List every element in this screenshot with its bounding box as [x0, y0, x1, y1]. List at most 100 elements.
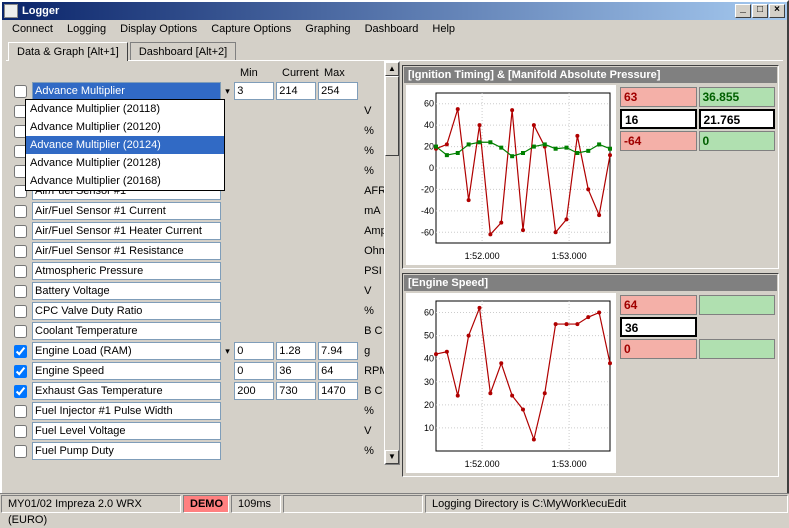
param-scrollbar[interactable]: ▲ ▼ [384, 61, 400, 465]
menu-dashboard[interactable]: Dashboard [359, 22, 425, 36]
dropdown-option[interactable]: Advance Multiplier (20118) [26, 100, 224, 118]
param-min-value [234, 102, 274, 120]
param-name-field[interactable]: Fuel Injector #1 Pulse Width [32, 402, 221, 420]
dropdown-option[interactable]: Advance Multiplier (20120) [26, 118, 224, 136]
param-max-value [318, 422, 358, 440]
param-name-field[interactable]: Fuel Pump Duty [32, 442, 221, 460]
scroll-thumb[interactable] [385, 76, 399, 156]
param-cur-value [276, 202, 316, 220]
param-name-field[interactable]: Air/Fuel Sensor #1 Heater Current [32, 222, 221, 240]
param-checkbox[interactable] [14, 225, 27, 238]
param-name-field[interactable]: Advance Multiplier [32, 82, 221, 100]
param-max-value [318, 442, 358, 460]
param-checkbox[interactable] [14, 325, 27, 338]
param-checkbox[interactable] [14, 245, 27, 258]
param-min-value [234, 442, 274, 460]
param-cur-value [276, 422, 316, 440]
param-name-field[interactable]: Engine Load (RAM) [32, 342, 221, 360]
menu-capture-options[interactable]: Capture Options [205, 22, 297, 36]
col-min: Min [240, 67, 282, 81]
svg-text:60: 60 [424, 99, 434, 109]
param-cur-value [276, 122, 316, 140]
chart-panel-2: [Engine Speed] 1020304050601:52.0001:53.… [402, 273, 779, 477]
param-cur-value [276, 142, 316, 160]
menu-logging[interactable]: Logging [61, 22, 112, 36]
svg-text:30: 30 [424, 377, 434, 387]
param-cur-value [276, 442, 316, 460]
close-button[interactable]: × [769, 4, 785, 18]
param-row: Battery VoltageV [10, 281, 398, 301]
param-min-value [234, 182, 274, 200]
tab-dashboard[interactable]: Dashboard [Alt+2] [130, 42, 236, 61]
advance-multiplier-dropdown-list[interactable]: Advance Multiplier (20118)Advance Multip… [25, 99, 225, 191]
scroll-up-button[interactable]: ▲ [385, 62, 399, 76]
param-min-value [234, 282, 274, 300]
param-row: CPC Valve Duty Ratio% [10, 301, 398, 321]
param-cur-value [276, 162, 316, 180]
scroll-down-button[interactable]: ▼ [385, 450, 399, 464]
param-max-value [318, 162, 358, 180]
chart-2-plot[interactable]: 1020304050601:52.0001:53.000 [406, 293, 616, 473]
param-name-field[interactable]: Air/Fuel Sensor #1 Resistance [32, 242, 221, 260]
param-min-value [234, 222, 274, 240]
param-name-field[interactable]: Battery Voltage [32, 282, 221, 300]
status-car: MY01/02 Impreza 2.0 WRX (EURO) [1, 495, 181, 513]
param-name-field[interactable]: Engine Speed [32, 362, 221, 380]
param-checkbox[interactable] [14, 445, 27, 458]
param-name-field[interactable]: CPC Valve Duty Ratio [32, 302, 221, 320]
param-name-field[interactable]: Air/Fuel Sensor #1 Current [32, 202, 221, 220]
svg-text:60: 60 [424, 308, 434, 318]
window-title: Logger [22, 5, 735, 17]
minimize-button[interactable]: _ [735, 4, 751, 18]
maximize-button[interactable]: □ [752, 4, 768, 18]
dropdown-option[interactable]: Advance Multiplier (20124) [26, 136, 224, 154]
dropdown-option[interactable]: Advance Multiplier (20128) [26, 154, 224, 172]
param-checkbox[interactable] [14, 345, 27, 358]
svg-text:0: 0 [429, 163, 434, 173]
svg-text:1:52.000: 1:52.000 [465, 251, 500, 261]
menu-help[interactable]: Help [426, 22, 461, 36]
menu-display-options[interactable]: Display Options [114, 22, 203, 36]
status-latency: 109ms [231, 495, 281, 513]
title-bar[interactable]: Logger _ □ × [2, 2, 787, 20]
param-checkbox[interactable] [14, 285, 27, 298]
dropdown-option[interactable]: Advance Multiplier (20168) [26, 172, 224, 190]
param-min-value [234, 302, 274, 320]
menu-graphing[interactable]: Graphing [299, 22, 356, 36]
c1-s2-cur: 21.765 [699, 109, 776, 129]
app-icon [4, 4, 18, 18]
svg-text:-40: -40 [421, 206, 434, 216]
tab-data-graph[interactable]: Data & Graph [Alt+1] [8, 42, 128, 61]
param-name-field[interactable]: Coolant Temperature [32, 322, 221, 340]
param-max-value [318, 302, 358, 320]
param-checkbox[interactable] [14, 305, 27, 318]
param-cur-value [276, 262, 316, 280]
chart-1-plot[interactable]: -60-40-2002040601:52.0001:53.000 [406, 85, 616, 265]
param-min-value [234, 322, 274, 340]
param-name-field[interactable]: Exhaust Gas Temperature [32, 382, 221, 400]
param-row: Air/Fuel Sensor #1 ResistanceOhms [10, 241, 398, 261]
param-cur-value [276, 302, 316, 320]
param-checkbox[interactable] [14, 85, 27, 98]
c1-s1-min: -64 [620, 131, 697, 151]
param-dropdown-icon[interactable]: ▾ [223, 346, 232, 357]
param-min-value: 200 [234, 382, 274, 400]
param-max-value [318, 102, 358, 120]
menu-connect[interactable]: Connect [6, 22, 59, 36]
param-name-field[interactable]: Atmospheric Pressure [32, 262, 221, 280]
param-checkbox[interactable] [14, 425, 27, 438]
param-min-value [234, 262, 274, 280]
param-name-field[interactable]: Fuel Level Voltage [32, 422, 221, 440]
param-checkbox[interactable] [14, 205, 27, 218]
c2-s1-cur: 36 [620, 317, 697, 337]
param-min-value [234, 162, 274, 180]
param-max-value: 254 [318, 82, 358, 100]
param-checkbox[interactable] [14, 365, 27, 378]
svg-text:1:53.000: 1:53.000 [552, 459, 587, 469]
param-dropdown-icon[interactable]: ▾ [223, 86, 232, 97]
param-cur-value [276, 102, 316, 120]
param-checkbox[interactable] [14, 265, 27, 278]
param-checkbox[interactable] [14, 405, 27, 418]
param-checkbox[interactable] [14, 385, 27, 398]
parameter-panel: Min Current Max Advance Multiplier▾32142… [6, 61, 400, 486]
